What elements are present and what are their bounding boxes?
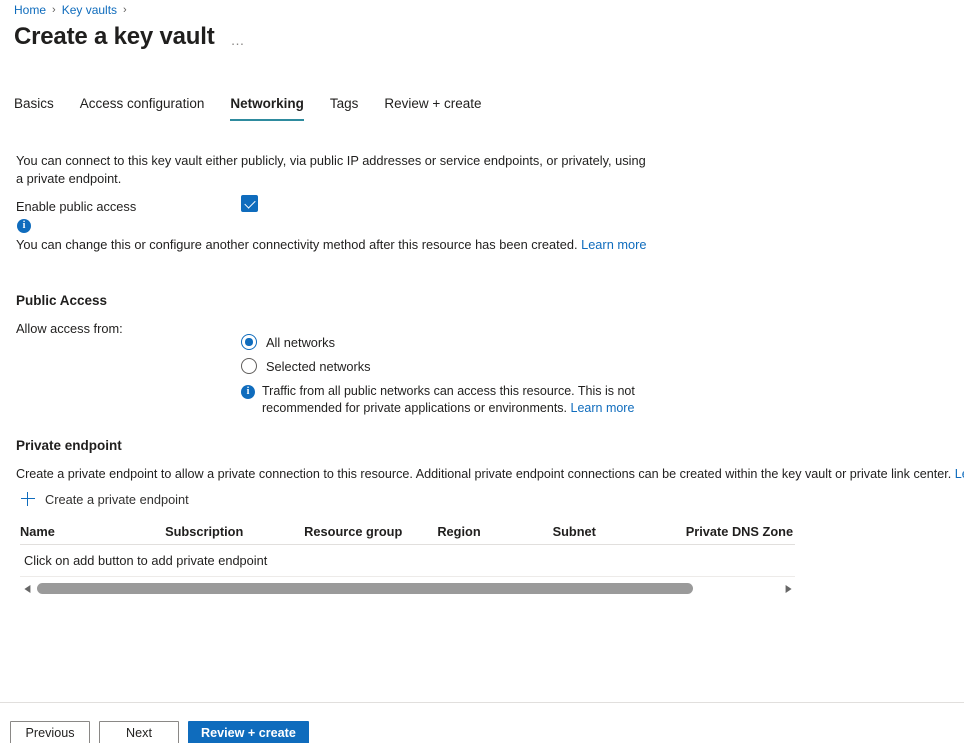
info-icon <box>17 219 31 233</box>
private-endpoint-description-text: Create a private endpoint to allow a pri… <box>16 467 951 481</box>
create-private-endpoint-label: Create a private endpoint <box>45 492 189 507</box>
column-header-resource-group[interactable]: Resource group <box>304 524 437 539</box>
enable-public-access-checkbox[interactable] <box>241 195 258 212</box>
wizard-tabs: Basics Access configuration Networking T… <box>14 96 482 121</box>
table-horizontal-scrollbar[interactable] <box>20 580 795 597</box>
column-header-private-dns-zone[interactable]: Private DNS Zone <box>686 524 795 539</box>
scrollbar-thumb[interactable] <box>37 583 693 594</box>
public-access-note-text-wrap: Traffic from all public networks can acc… <box>262 383 691 417</box>
public-access-learn-more-link[interactable]: Learn more <box>571 401 635 415</box>
radio-label-all-networks: All networks <box>266 335 335 350</box>
next-button[interactable]: Next <box>99 721 179 743</box>
page-header: Create a key vault … <box>14 23 246 51</box>
public-access-note: Traffic from all public networks can acc… <box>241 383 691 417</box>
allow-access-from-label: Allow access from: <box>16 321 123 336</box>
column-header-region[interactable]: Region <box>437 524 552 539</box>
tab-access-configuration[interactable]: Access configuration <box>80 96 205 121</box>
column-header-subnet[interactable]: Subnet <box>553 524 686 539</box>
radio-option-selected-networks[interactable]: Selected networks <box>241 354 371 378</box>
enable-public-access-learn-more-link[interactable]: Learn more <box>581 237 646 252</box>
wizard-footer: Previous Next Review + create <box>10 721 309 743</box>
more-actions-icon[interactable]: … <box>231 32 246 48</box>
table-header-row: Name Subscription Resource group Region … <box>20 519 795 545</box>
public-access-heading: Public Access <box>16 293 107 308</box>
footer-divider <box>0 702 964 703</box>
enable-public-access-note-text: You can change this or configure another… <box>16 237 578 252</box>
networking-intro-text: You can connect to this key vault either… <box>16 152 646 188</box>
radio-option-all-networks[interactable]: All networks <box>241 330 371 354</box>
column-header-subscription[interactable]: Subscription <box>165 524 304 539</box>
scrollbar-track[interactable] <box>35 580 780 597</box>
enable-public-access-note: You can change this or configure another… <box>16 236 716 254</box>
radio-button-all-networks[interactable] <box>241 334 257 350</box>
breadcrumb-separator-icon: › <box>123 4 127 16</box>
plus-icon <box>20 491 36 507</box>
radio-button-selected-networks[interactable] <box>241 358 257 374</box>
breadcrumb-separator-icon: › <box>52 4 56 16</box>
enable-public-access-label: Enable public access <box>16 199 136 214</box>
private-endpoint-table: Name Subscription Resource group Region … <box>20 519 795 577</box>
tab-tags[interactable]: Tags <box>330 96 359 121</box>
breadcrumb-item-home[interactable]: Home <box>14 3 46 17</box>
column-header-name[interactable]: Name <box>20 524 165 539</box>
previous-button[interactable]: Previous <box>10 721 90 743</box>
chevron-right-icon[interactable] <box>780 580 795 597</box>
tab-review-create[interactable]: Review + create <box>384 96 481 121</box>
private-endpoint-learn-more-link[interactable]: Learn more <box>955 467 964 481</box>
table-empty-message: Click on add button to add private endpo… <box>20 545 795 577</box>
page-title: Create a key vault <box>14 23 215 51</box>
breadcrumb-item-key-vaults[interactable]: Key vaults <box>62 3 117 17</box>
info-icon <box>241 385 255 399</box>
create-private-endpoint-button[interactable]: Create a private endpoint <box>20 491 189 507</box>
private-endpoint-description: Create a private endpoint to allow a pri… <box>16 465 960 483</box>
tab-networking[interactable]: Networking <box>230 96 304 121</box>
radio-label-selected-networks: Selected networks <box>266 359 371 374</box>
review-create-button[interactable]: Review + create <box>188 721 309 743</box>
private-endpoint-heading: Private endpoint <box>16 438 122 453</box>
breadcrumb: Home › Key vaults › <box>14 0 133 20</box>
chevron-left-icon[interactable] <box>20 580 35 597</box>
allow-access-from-radio-group: All networks Selected networks <box>241 330 371 378</box>
tab-basics[interactable]: Basics <box>14 96 54 121</box>
